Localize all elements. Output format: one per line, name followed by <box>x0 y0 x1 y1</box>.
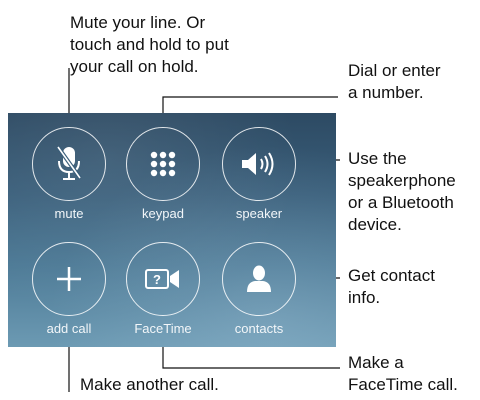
in-call-controls-panel: mute keypad speaker add call ? FaceTime … <box>8 113 336 347</box>
callout-add-call: Make another call. <box>80 375 219 394</box>
callout-facetime: Make a FaceTime call. <box>348 353 458 394</box>
button-label-add-call: add call <box>46 321 92 336</box>
facetime-button[interactable]: ? <box>126 242 200 316</box>
microphone-slash-icon <box>56 145 82 180</box>
plus-icon <box>57 267 81 291</box>
button-label-keypad: keypad <box>142 206 184 221</box>
speaker-button[interactable] <box>222 127 296 201</box>
add-call-button[interactable] <box>32 242 106 316</box>
keypad-button[interactable] <box>126 127 200 201</box>
facetime-camera-icon: ? <box>145 269 179 289</box>
button-label-mute: mute <box>54 206 84 221</box>
button-label-facetime: FaceTime <box>134 321 192 336</box>
callout-mute: Mute your line. Or touch and hold to put… <box>70 13 229 76</box>
contacts-button[interactable] <box>222 242 296 316</box>
facetime-icon-glyph: ? <box>153 272 161 287</box>
button-label-speaker: speaker <box>235 206 283 221</box>
callout-keypad: Dial or enter a number. <box>348 61 441 102</box>
callout-contacts: Get contact info. <box>348 266 435 307</box>
contact-person-icon <box>247 265 271 292</box>
mute-button[interactable] <box>32 127 106 201</box>
speaker-icon <box>242 152 274 176</box>
keypad-grid-icon <box>150 151 176 177</box>
button-label-contacts: contacts <box>234 321 284 336</box>
callout-speaker: Use the speakerphone or a Bluetooth devi… <box>348 149 456 234</box>
